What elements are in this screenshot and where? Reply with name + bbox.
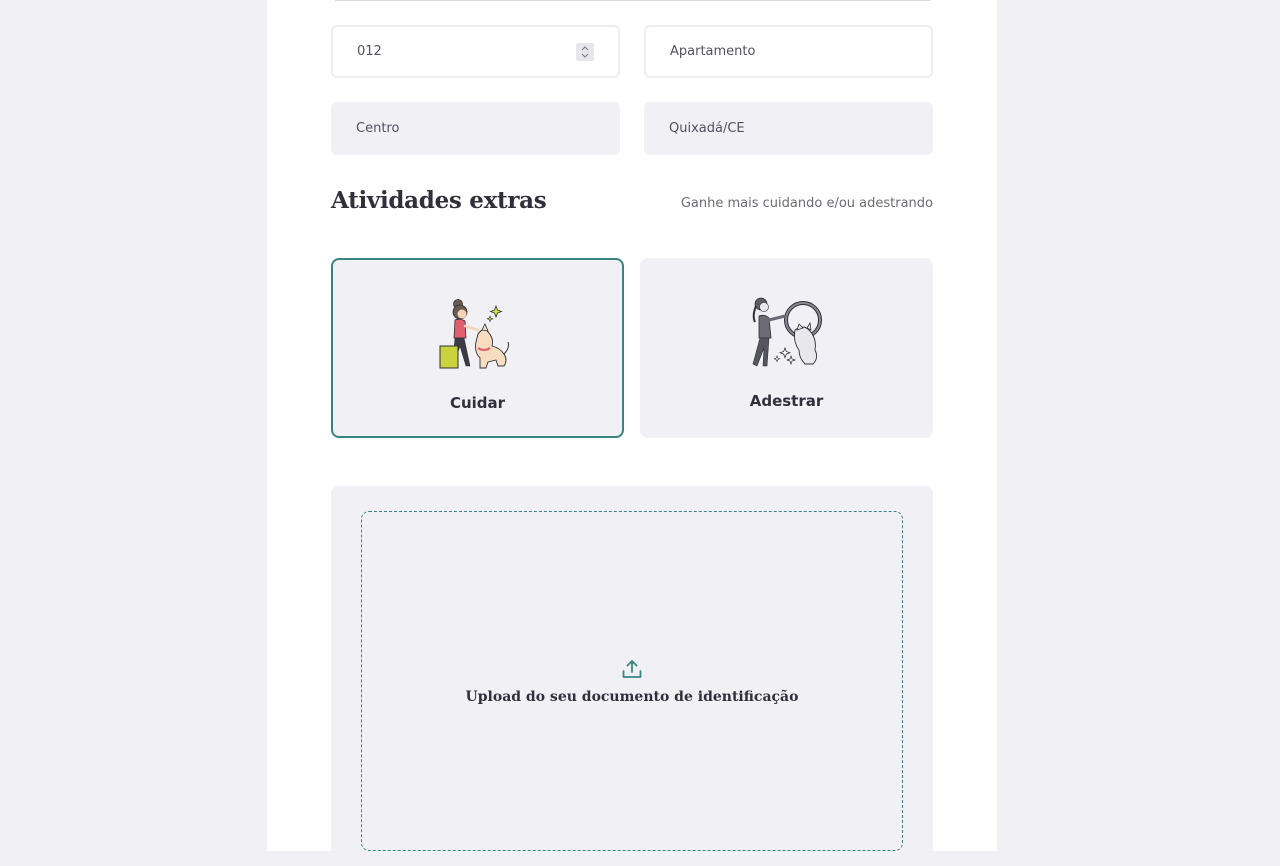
option-card-cuidar[interactable]: Cuidar [331,258,624,438]
number-input[interactable]: 012 [331,25,620,78]
complement-input[interactable]: Apartamento [644,25,933,78]
document-upload-dropzone[interactable]: Upload do seu documento de identificação [361,511,903,851]
option-label-cuidar: Cuidar [449,394,506,412]
number-input-value: 012 [357,44,382,59]
complement-input-placeholder: Apartamento [670,44,756,59]
option-card-adestrar[interactable]: Adestrar [640,258,933,438]
upload-icon [622,660,642,678]
neighborhood-value: Centro [356,121,400,136]
neighborhood-field: Centro [331,102,620,155]
option-label-adestrar: Adestrar [749,392,824,410]
upload-label: Upload do seu documento de identificação [465,689,799,705]
previous-field-border [335,0,930,1]
extras-section-subtitle: Ganhe mais cuidando e/ou adestrando [680,196,933,211]
extras-section-title: Atividades extras [331,187,547,214]
caring-illustration-icon [439,299,509,369]
training-illustration-icon [752,297,822,367]
number-stepper[interactable] [576,43,594,61]
upload-panel: Upload do seu documento de identificação [331,486,933,866]
city-field: Quixadá/CE [644,102,933,155]
city-value: Quixadá/CE [669,121,745,136]
